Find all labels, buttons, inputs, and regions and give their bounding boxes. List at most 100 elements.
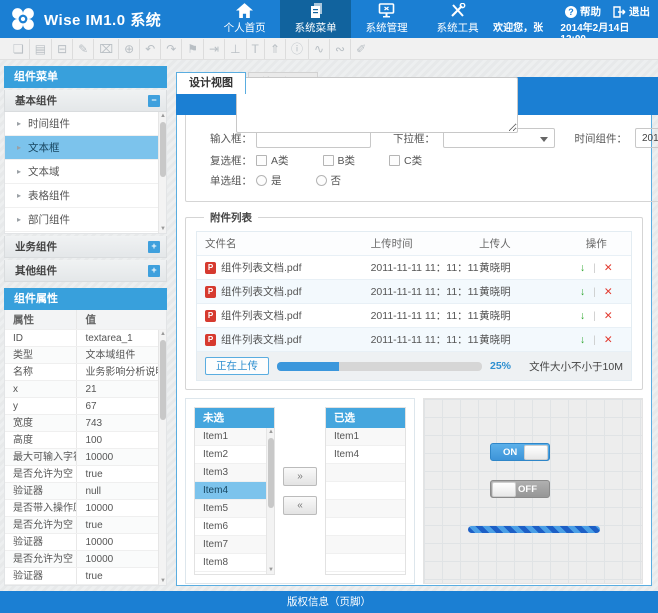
menu-item-label: 时间组件 bbox=[28, 116, 70, 131]
logout-link[interactable]: 退出 bbox=[613, 4, 650, 19]
menu-item-time[interactable]: ▸ 时间组件 bbox=[5, 112, 166, 136]
help-label: 帮助 bbox=[580, 4, 601, 19]
nav-system-management[interactable]: 系统管理 bbox=[351, 0, 422, 38]
list-item[interactable]: Item7 bbox=[195, 536, 274, 554]
checkbox-icon[interactable] bbox=[323, 155, 334, 166]
radio-icon[interactable] bbox=[316, 175, 327, 186]
toggle-knob[interactable] bbox=[524, 445, 548, 460]
file-size-hint: 文件大小不小于10M bbox=[529, 359, 623, 374]
expand-icon[interactable]: + bbox=[148, 241, 160, 253]
prop-row: 宽度743 bbox=[5, 415, 166, 432]
radio-option-yes[interactable]: 是 bbox=[256, 173, 282, 188]
list-item[interactable]: Item2 bbox=[195, 446, 274, 464]
edit-note-icon[interactable]: ✎ bbox=[73, 39, 94, 59]
move-left-button[interactable]: « bbox=[283, 496, 317, 515]
radio-option-no[interactable]: 否 bbox=[316, 173, 342, 188]
redo-icon[interactable]: ↷ bbox=[161, 39, 182, 59]
indent-icon[interactable]: ⇥ bbox=[204, 39, 225, 59]
checkbox-icon[interactable] bbox=[389, 155, 400, 166]
menu-item-textbox[interactable]: ▸ 文本框 bbox=[5, 136, 166, 160]
section-other-components[interactable]: 其他组件 + bbox=[4, 260, 167, 282]
toggle-on-switch[interactable]: ON bbox=[490, 443, 550, 461]
delete-attachment-icon[interactable]: ✕ bbox=[604, 334, 613, 346]
tab-design-view[interactable]: 设计视图 bbox=[176, 72, 246, 94]
menu-item-table[interactable]: ▸ 表格组件 bbox=[5, 184, 166, 208]
new-file-icon[interactable]: ❏ bbox=[8, 39, 30, 59]
nav-system-tools[interactable]: 系统工具 bbox=[422, 0, 493, 38]
header-right: ? 帮助 退出 欢迎您，张三 2014年2月14日 12:00 bbox=[493, 0, 658, 38]
pencil-icon[interactable]: ✐ bbox=[351, 39, 371, 59]
undo-icon[interactable]: ↶ bbox=[140, 39, 161, 59]
export-doc-icon[interactable]: ⇑ bbox=[265, 39, 286, 59]
unselected-list: 未选 Item1 Item2 Item3 Item4 Item5 Item6 I… bbox=[194, 407, 275, 575]
scroll-up-icon[interactable]: ▲ bbox=[159, 330, 167, 338]
scroll-down-icon[interactable]: ▼ bbox=[159, 577, 167, 585]
list-scrollbar[interactable]: ▲ ▼ bbox=[266, 428, 274, 574]
section-business-components[interactable]: 业务组件 + bbox=[4, 236, 167, 258]
scroll-down-icon[interactable]: ▼ bbox=[267, 566, 275, 574]
app-logo-icon bbox=[10, 6, 36, 32]
delete-attachment-icon[interactable]: ✕ bbox=[604, 262, 613, 274]
props-scrollbar[interactable]: ▲ ▼ bbox=[158, 330, 166, 585]
help-link[interactable]: ? 帮助 bbox=[565, 4, 601, 19]
checkbox-option-b[interactable]: B类 bbox=[323, 153, 356, 168]
app-title: Wise IM1.0 系统 bbox=[44, 9, 161, 30]
toggle-knob[interactable] bbox=[492, 482, 516, 497]
radio-icon[interactable] bbox=[256, 175, 267, 186]
list-item-selected[interactable]: Item4 bbox=[195, 482, 274, 500]
menu-item-label: 文本框 bbox=[28, 140, 60, 155]
menu-scrollbar[interactable]: ▲ ▼ bbox=[158, 112, 166, 233]
list-item[interactable]: Item4 bbox=[326, 446, 405, 464]
transfer-widget: 未选 Item1 Item2 Item3 Item4 Item5 Item6 I… bbox=[185, 398, 415, 584]
checkbox-icon[interactable] bbox=[256, 155, 267, 166]
expand-icon[interactable]: + bbox=[148, 265, 160, 277]
open-folder-icon[interactable]: ▤ bbox=[30, 39, 52, 59]
download-icon[interactable]: ↓ bbox=[580, 262, 585, 274]
menu-item-department[interactable]: ▸ 部门组件 bbox=[5, 208, 166, 232]
list-item[interactable]: Item3 bbox=[195, 464, 274, 482]
delete-icon[interactable]: ⌧ bbox=[94, 39, 119, 59]
section-label: 基本组件 bbox=[15, 93, 57, 108]
scroll-down-icon[interactable]: ▼ bbox=[159, 225, 167, 233]
delete-attachment-icon[interactable]: ✕ bbox=[604, 310, 613, 322]
uploading-button[interactable]: 正在上传 bbox=[205, 357, 269, 375]
collapse-icon[interactable]: − bbox=[148, 95, 160, 107]
textarea-field[interactable] bbox=[236, 77, 518, 133]
download-icon[interactable]: ↓ bbox=[580, 286, 585, 298]
list-item[interactable]: Item6 bbox=[195, 518, 274, 536]
publish-icon[interactable]: ⊕ bbox=[119, 39, 140, 59]
date-input[interactable] bbox=[636, 133, 658, 144]
scroll-up-icon[interactable]: ▲ bbox=[159, 112, 167, 120]
text-format-icon[interactable]: T bbox=[247, 39, 265, 59]
align-bottom-icon[interactable]: ⊥ bbox=[225, 39, 246, 59]
col-upload-time: 上传时间 bbox=[371, 236, 480, 251]
doc-info-icon[interactable]: ⓘ bbox=[286, 39, 309, 59]
transfer-buttons: » « bbox=[283, 407, 317, 575]
design-canvas: ON OFF bbox=[423, 398, 643, 584]
list-item[interactable]: Item8 bbox=[195, 554, 274, 572]
props-col-name: 属性 bbox=[5, 310, 77, 329]
date-picker[interactable] bbox=[635, 128, 658, 148]
line-wave-icon[interactable]: ∿ bbox=[309, 39, 330, 59]
list-item[interactable]: Item1 bbox=[195, 428, 274, 446]
empty-row bbox=[326, 482, 405, 500]
section-basic-components[interactable]: 基本组件 − bbox=[4, 90, 167, 112]
download-icon[interactable]: ↓ bbox=[580, 334, 585, 346]
delete-attachment-icon[interactable]: ✕ bbox=[604, 286, 613, 298]
list-item[interactable]: Item1 bbox=[326, 428, 405, 446]
save-icon[interactable]: ⊟ bbox=[52, 39, 73, 59]
list-item[interactable]: Item5 bbox=[195, 500, 274, 518]
curve-wave-icon[interactable]: ∾ bbox=[330, 39, 351, 59]
checkbox-option-c[interactable]: C类 bbox=[389, 153, 422, 168]
menu-item-textarea[interactable]: ▸ 文本域 bbox=[5, 160, 166, 184]
chevron-right-icon: ▸ bbox=[17, 215, 21, 224]
nav-system-menu[interactable]: 系统菜单 bbox=[280, 0, 351, 38]
nav-label: 系统管理 bbox=[366, 20, 408, 35]
scroll-up-icon[interactable]: ▲ bbox=[267, 428, 275, 436]
toggle-off-switch[interactable]: OFF bbox=[490, 480, 550, 498]
download-icon[interactable]: ↓ bbox=[580, 310, 585, 322]
move-right-button[interactable]: » bbox=[283, 467, 317, 486]
checkbox-option-a[interactable]: A类 bbox=[256, 153, 289, 168]
nav-personal-home[interactable]: 个人首页 bbox=[209, 0, 280, 38]
flag-icon[interactable]: ⚑ bbox=[182, 39, 204, 59]
